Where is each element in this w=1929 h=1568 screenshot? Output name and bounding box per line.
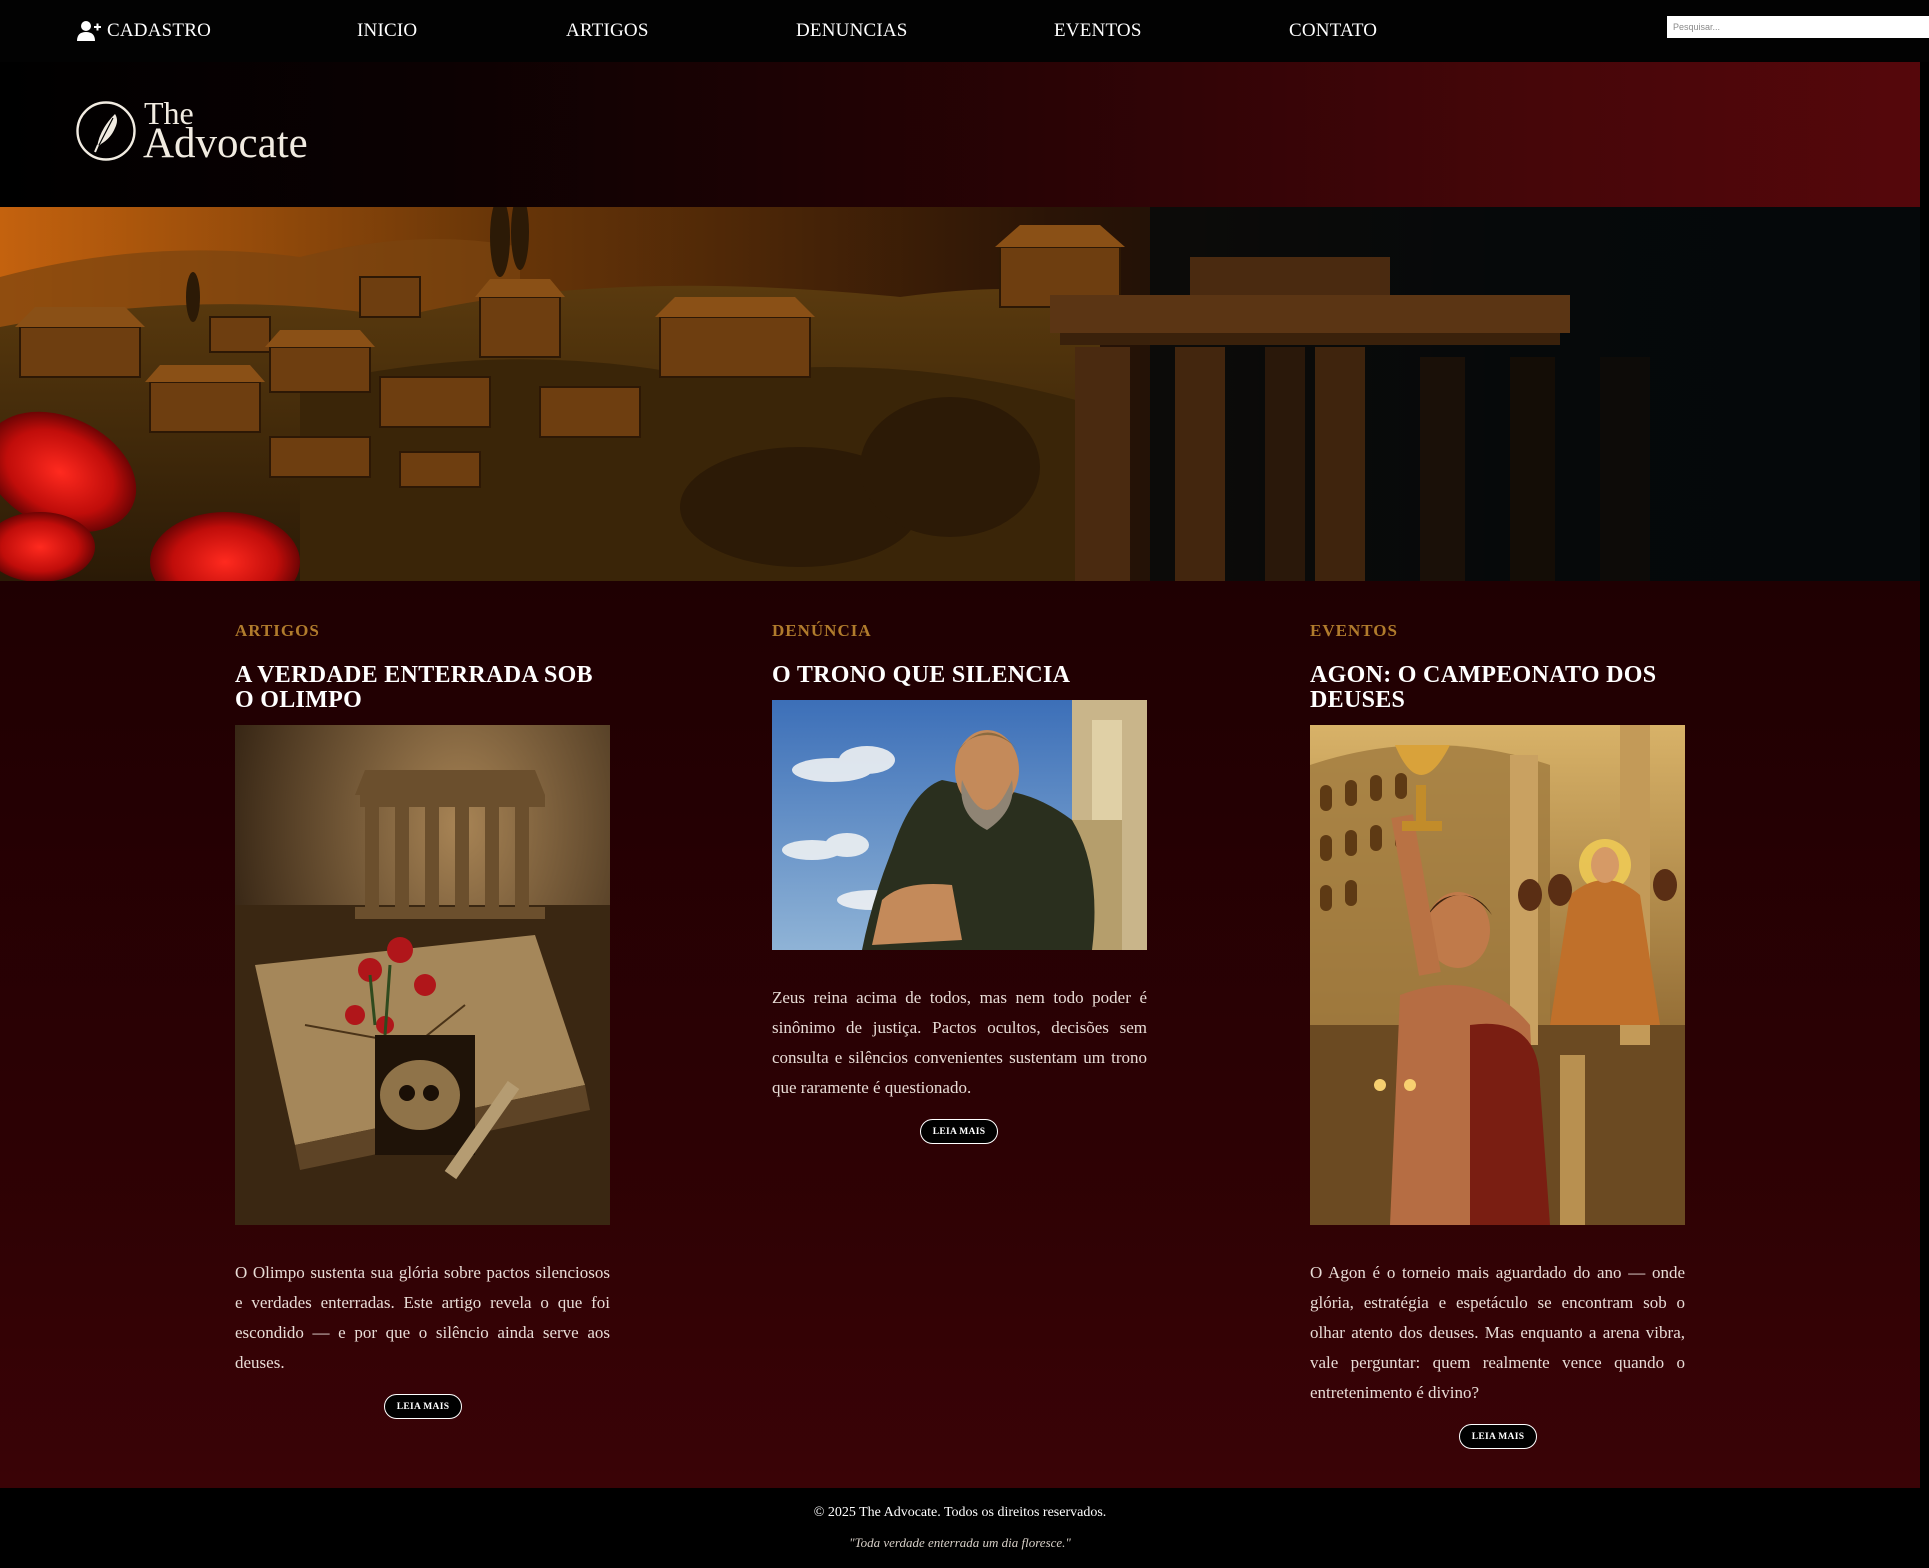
read-more-button[interactable]: LEIA MAIS xyxy=(384,1394,462,1419)
card-image-agon-champion[interactable] xyxy=(1310,725,1685,1225)
footer-quote: "Toda verdade enterrada um dia floresce.… xyxy=(849,1535,1071,1550)
footer-copyright: © 2025 The Advocate. Todos os direitos r… xyxy=(813,1505,1107,1520)
search-input[interactable] xyxy=(1667,16,1929,38)
read-more-button[interactable]: LEIA MAIS xyxy=(1459,1424,1537,1449)
register-label: CADASTRO xyxy=(107,20,212,41)
site-footer: © 2025 The Advocate. Todos os direitos r… xyxy=(0,1488,1920,1568)
add-user-icon xyxy=(77,21,101,41)
articles-section: ARTIGOS A VERDADE ENTERRADA SOB O OLIMPO xyxy=(0,581,1920,1488)
top-navigation: CADASTRO INICIO ARTIGOS DENUNCIAS EVENTO… xyxy=(0,0,1929,62)
card-category: EVENTOS xyxy=(1310,621,1398,640)
nav-item-artigos[interactable]: ARTIGOS xyxy=(566,20,649,42)
hero-banner-image xyxy=(0,207,1920,581)
read-more-button[interactable]: LEIA MAIS xyxy=(920,1119,998,1144)
nav-item-contato[interactable]: CONTATO xyxy=(1289,20,1377,42)
nav-item-eventos[interactable]: EVENTOS xyxy=(1054,20,1142,42)
nav-item-inicio[interactable]: INICIO xyxy=(357,20,417,42)
card-image-zeus-throne[interactable] xyxy=(772,700,1147,950)
article-card: ARTIGOS A VERDADE ENTERRADA SOB O OLIMPO xyxy=(235,581,610,1481)
brand-header: The Advocate xyxy=(0,62,1920,207)
brand-wordmark: The Advocate xyxy=(143,97,308,168)
register-link[interactable]: CADASTRO xyxy=(77,20,211,42)
card-excerpt: O Agon é o torneio mais aguardado do ano… xyxy=(1310,1263,1685,1402)
card-excerpt: O Olimpo sustenta sua glória sobre pacto… xyxy=(235,1263,610,1372)
page-edge xyxy=(1920,62,1929,1568)
brand-logo-link[interactable]: The Advocate xyxy=(75,97,308,168)
card-category: DENÚNCIA xyxy=(772,621,872,640)
card-title[interactable]: AGON: O CAMPEONATO DOS DEUSES xyxy=(1310,663,1685,713)
card-title[interactable]: O TRONO QUE SILENCIA xyxy=(772,663,1147,688)
article-card: DENÚNCIA O TRONO QUE SILENCIA Zeus reina… xyxy=(772,581,1147,1481)
card-image-temple-ruins[interactable] xyxy=(235,725,610,1225)
brand-line-name: Advocate xyxy=(143,120,308,168)
article-card: EVENTOS AGON: O CAMPEONATO DOS DEUSES O … xyxy=(1310,581,1685,1481)
card-category: ARTIGOS xyxy=(235,621,320,640)
quill-icon xyxy=(76,101,136,161)
card-title[interactable]: A VERDADE ENTERRADA SOB O OLIMPO xyxy=(235,663,610,713)
nav-item-denuncias[interactable]: DENUNCIAS xyxy=(796,20,908,42)
card-excerpt: Zeus reina acima de todos, mas nem todo … xyxy=(772,988,1147,1097)
